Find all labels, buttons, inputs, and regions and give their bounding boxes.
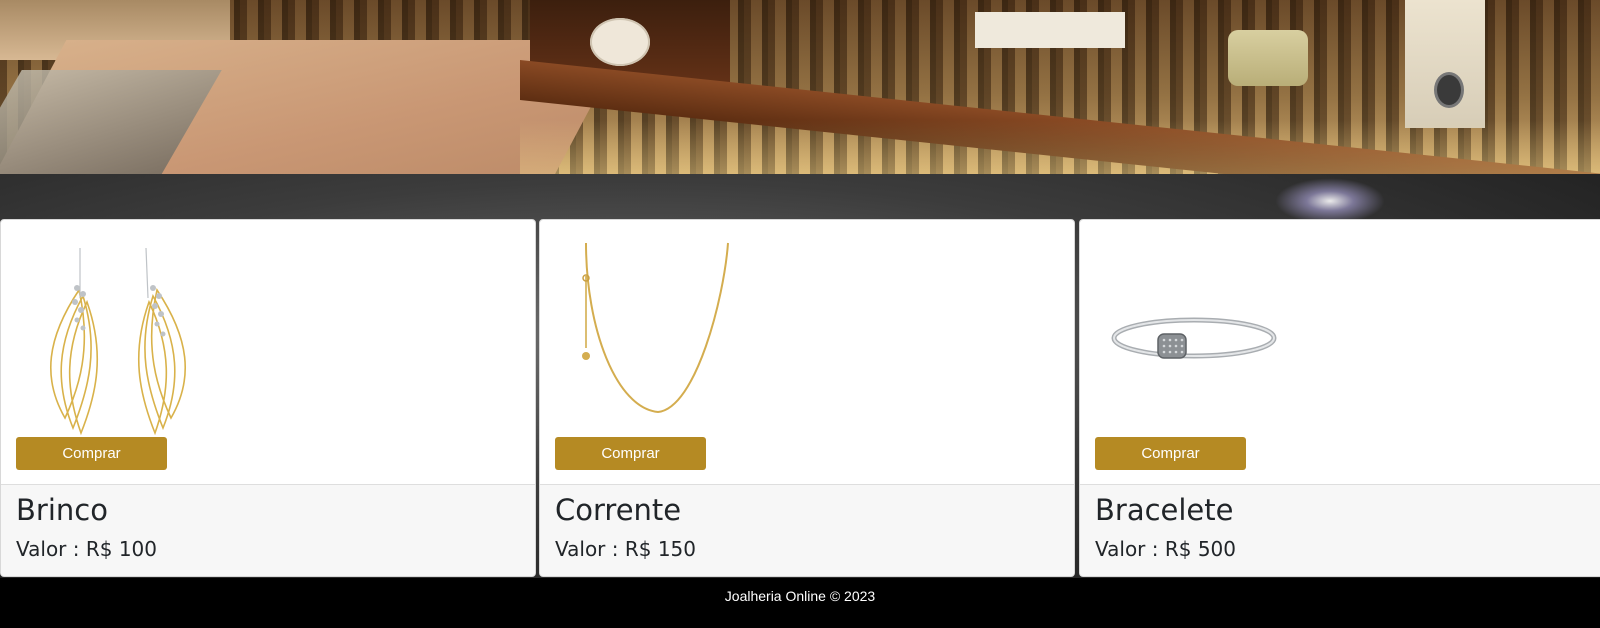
product-price: Valor : R$ 150	[555, 537, 697, 561]
product-card-bracelete: Comprar Bracelete Valor : R$ 500	[1079, 219, 1600, 577]
card-footer: Bracelete Valor : R$ 500	[1080, 484, 1600, 576]
site-footer: Joalheria Online © 2023	[0, 578, 1600, 628]
earrings-image	[50, 247, 186, 436]
bracelet-image	[1111, 317, 1277, 359]
product-price: Valor : R$ 100	[16, 537, 158, 561]
hero-banner-image	[0, 0, 1600, 174]
hero-pendant	[1434, 72, 1464, 108]
card-footer: Corrente Valor : R$ 150	[540, 484, 1074, 576]
card-footer: Brinco Valor : R$ 100	[1, 484, 535, 576]
product-card-brinco: Comprar Brinco Valor : R$ 100	[0, 219, 536, 577]
background-sparkle	[1275, 178, 1385, 224]
buy-button[interactable]: Comprar	[1095, 437, 1246, 470]
product-name: Bracelete	[1095, 493, 1234, 527]
buy-button[interactable]: Comprar	[555, 437, 706, 470]
product-price: Valor : R$ 500	[1095, 537, 1237, 561]
product-card-corrente: Comprar Corrente Valor : R$ 150	[539, 219, 1075, 577]
product-name: Brinco	[16, 493, 108, 527]
chain-necklace-image	[582, 242, 729, 414]
buy-button[interactable]: Comprar	[16, 437, 167, 470]
hero-necklace-stand	[590, 18, 650, 66]
hero-pendant-stand	[1405, 0, 1485, 128]
copyright-text: Joalheria Online © 2023	[724, 588, 876, 604]
hero-clutch	[1228, 30, 1308, 86]
hero-shelf-glow	[520, 120, 1600, 174]
hero-ring-display	[975, 12, 1125, 48]
product-name: Corrente	[555, 493, 682, 527]
